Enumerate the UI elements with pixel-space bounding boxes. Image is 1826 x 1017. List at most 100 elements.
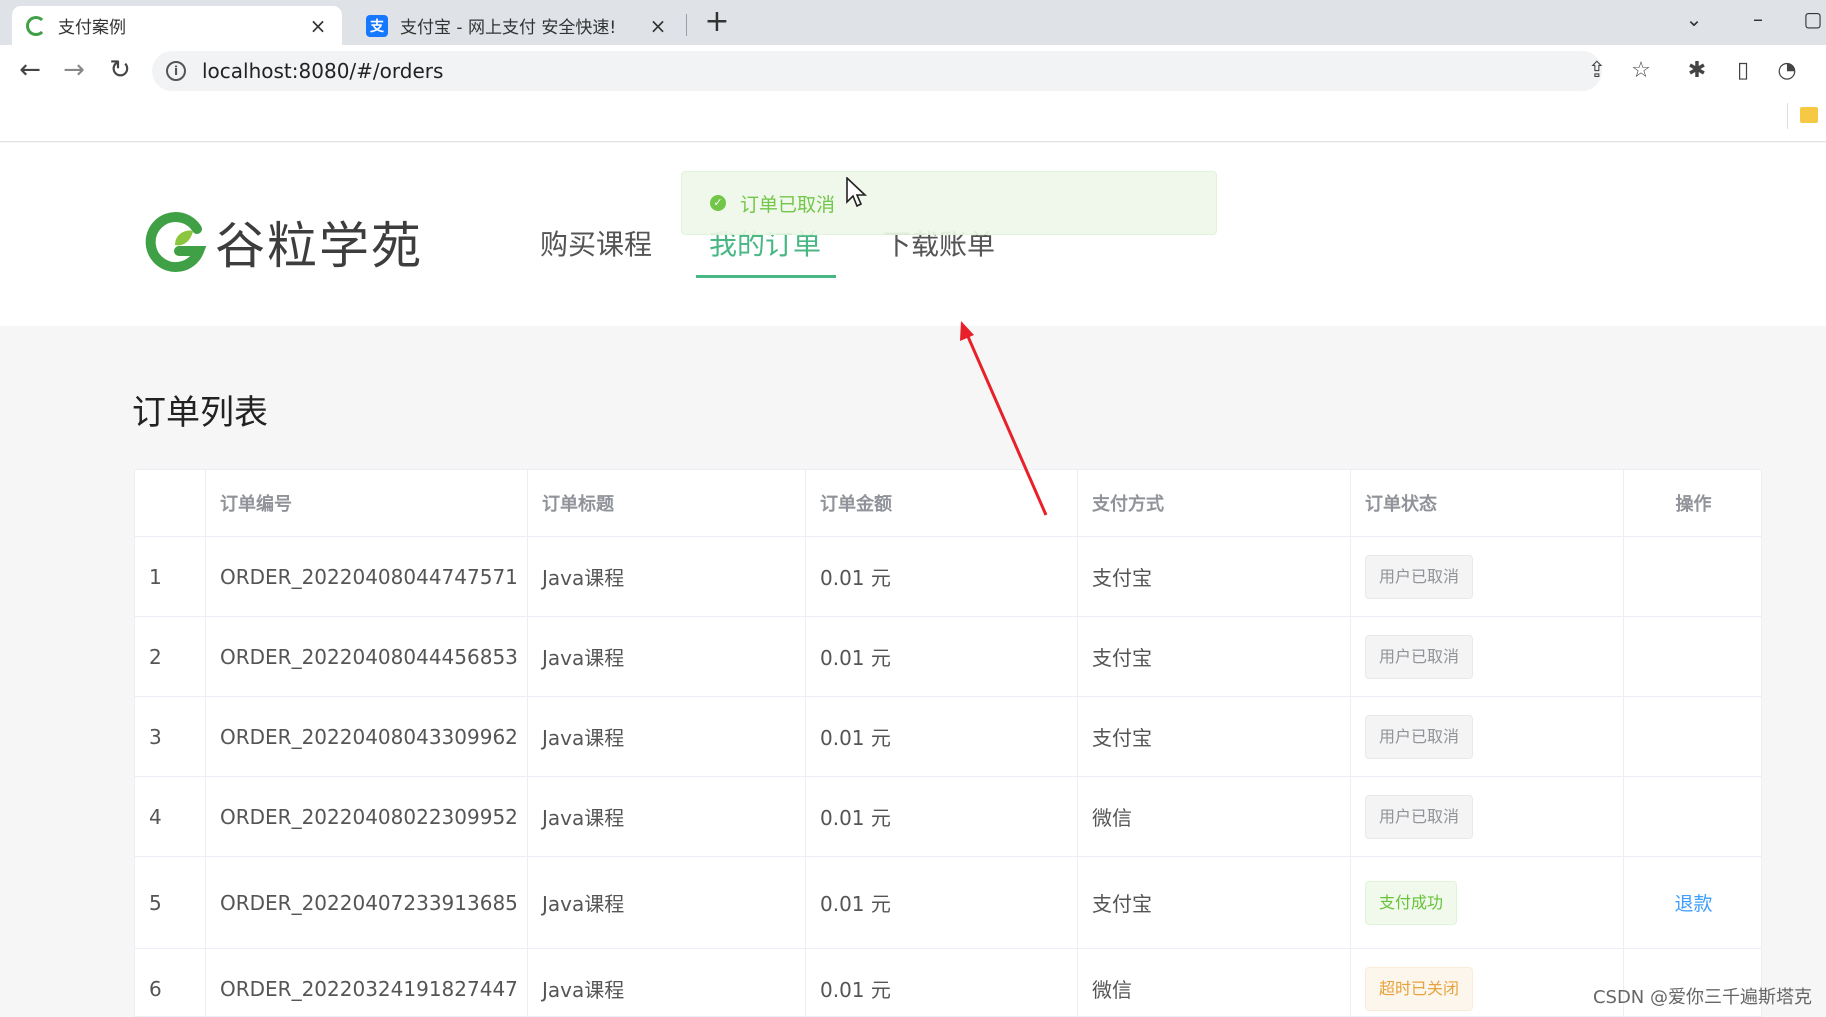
action-cell: [1624, 617, 1761, 696]
profile-icon[interactable]: ◔: [1773, 57, 1801, 85]
order-number: ORDER_20220407233913685: [206, 857, 528, 948]
table-row: 6 ORDER_20220324191827447 Java课程 0.01 元 …: [135, 949, 1761, 1016]
pay-type: 微信: [1078, 777, 1351, 856]
back-icon[interactable]: ←: [12, 53, 48, 89]
maximize-icon[interactable]: ▢: [1800, 4, 1826, 36]
column-header-index: [135, 470, 206, 536]
row-index: 2: [135, 617, 206, 696]
order-amount: 0.01 元: [806, 949, 1078, 1016]
logo-mark-icon: [145, 211, 207, 273]
order-title: Java课程: [528, 949, 806, 1016]
column-header-amount: 订单金额: [806, 470, 1078, 536]
tab-separator: [686, 14, 687, 36]
order-amount: 0.01 元: [806, 857, 1078, 948]
refund-link[interactable]: 退款: [1674, 889, 1712, 916]
address-bar[interactable]: i localhost:8080/#/orders: [152, 51, 1602, 91]
action-cell: [1624, 537, 1761, 616]
bookmark-star-icon[interactable]: ☆: [1627, 57, 1655, 85]
status-cell: 支付成功: [1351, 857, 1624, 948]
bookmark-separator: [1787, 103, 1788, 129]
row-index: 5: [135, 857, 206, 948]
watermark-text: CSDN @爱你三千遍斯塔克: [1592, 987, 1812, 1008]
tab-title: 支付案例: [58, 18, 126, 38]
bookmark-bar: [0, 97, 1826, 142]
table-row: 5 ORDER_20220407233913685 Java课程 0.01 元 …: [135, 857, 1761, 949]
bookmark-folder-icon[interactable]: [1800, 107, 1818, 123]
nav-active-indicator: [696, 275, 836, 278]
table-header-row: 订单编号 订单标题 订单金额 支付方式 订单状态 操作: [135, 470, 1761, 537]
pay-type: 支付宝: [1078, 537, 1351, 616]
minimize-icon[interactable]: –: [1738, 4, 1778, 36]
order-amount: 0.01 元: [806, 617, 1078, 696]
nav-buy-courses[interactable]: 购买课程: [540, 223, 652, 263]
order-title: Java课程: [528, 537, 806, 616]
column-header-pay-type: 支付方式: [1078, 470, 1351, 536]
reload-icon[interactable]: ↻: [102, 53, 138, 89]
table-row: 1 ORDER_20220408044747571 Java课程 0.01 元 …: [135, 537, 1761, 617]
pay-type: 支付宝: [1078, 617, 1351, 696]
order-amount: 0.01 元: [806, 697, 1078, 776]
status-cell: 用户已取消: [1351, 777, 1624, 856]
status-badge: 用户已取消: [1365, 634, 1474, 679]
browser-tab-alipay[interactable]: 支 支付宝 - 网上支付 安全快速! ×: [352, 6, 682, 45]
page-title: 订单列表: [132, 393, 268, 433]
row-index: 3: [135, 697, 206, 776]
site-logo[interactable]: 谷粒学苑: [145, 206, 423, 278]
action-cell: [1624, 777, 1761, 856]
success-toast: ✓ 订单已取消: [681, 171, 1217, 235]
orders-table: 订单编号 订单标题 订单金额 支付方式 订单状态 操作 1 ORDER_2022…: [134, 469, 1762, 1017]
row-index: 6: [135, 949, 206, 1016]
order-title: Java课程: [528, 617, 806, 696]
url-text[interactable]: localhost:8080/#/orders: [202, 59, 443, 83]
new-tab-button[interactable]: +: [700, 6, 734, 40]
order-number: ORDER_20220324191827447: [206, 949, 528, 1016]
status-cell: 用户已取消: [1351, 537, 1624, 616]
order-title: Java课程: [528, 857, 806, 948]
order-title: Java课程: [528, 777, 806, 856]
forward-icon[interactable]: →: [56, 53, 92, 89]
status-cell: 用户已取消: [1351, 617, 1624, 696]
logo-text: 谷粒学苑: [215, 217, 423, 275]
browser-tab-bar: 支付案例 × 支 支付宝 - 网上支付 安全快速! × + ⌄ – ▢: [0, 0, 1826, 45]
table-row: 2 ORDER_20220408044456853 Java课程 0.01 元 …: [135, 617, 1761, 697]
pay-type: 支付宝: [1078, 697, 1351, 776]
order-title: Java课程: [528, 697, 806, 776]
order-amount: 0.01 元: [806, 537, 1078, 616]
tab-title: 支付宝 - 网上支付 安全快速!: [400, 18, 617, 38]
column-header-status: 订单状态: [1351, 470, 1624, 536]
status-badge: 超时已关闭: [1365, 966, 1474, 1011]
pay-type: 支付宝: [1078, 857, 1351, 948]
status-badge: 支付成功: [1365, 880, 1458, 925]
status-cell: 超时已关闭: [1351, 949, 1624, 1016]
pay-type: 微信: [1078, 949, 1351, 1016]
table-row: 3 ORDER_20220408043309962 Java课程 0.01 元 …: [135, 697, 1761, 777]
share-icon[interactable]: ⇪: [1583, 57, 1611, 85]
action-cell: [1624, 697, 1761, 776]
site-favicon-icon: [26, 15, 46, 36]
status-badge: 用户已取消: [1365, 794, 1474, 839]
check-circle-icon: ✓: [710, 195, 726, 211]
tab-close-icon[interactable]: ×: [308, 14, 328, 38]
row-index: 4: [135, 777, 206, 856]
column-header-title: 订单标题: [528, 470, 806, 536]
browser-tab-active[interactable]: 支付案例 ×: [12, 6, 342, 45]
status-badge: 用户已取消: [1365, 554, 1474, 599]
column-header-action: 操作: [1675, 494, 1712, 515]
column-header-order-no: 订单编号: [206, 470, 528, 536]
tab-close-icon[interactable]: ×: [648, 14, 668, 38]
action-cell: 退款: [1624, 857, 1761, 948]
order-number: ORDER_20220408044747571: [206, 537, 528, 616]
order-number: ORDER_20220408043309962: [206, 697, 528, 776]
table-row: 4 ORDER_20220408022309952 Java课程 0.01 元 …: [135, 777, 1761, 857]
status-cell: 用户已取消: [1351, 697, 1624, 776]
row-index: 1: [135, 537, 206, 616]
toast-message: 订单已取消: [740, 193, 836, 216]
order-number: ORDER_20220408044456853: [206, 617, 528, 696]
order-amount: 0.01 元: [806, 777, 1078, 856]
extensions-icon[interactable]: ✱: [1683, 57, 1711, 85]
tab-search-icon[interactable]: ⌄: [1674, 4, 1714, 36]
site-info-icon[interactable]: i: [166, 61, 186, 81]
sidepanel-icon[interactable]: ▯: [1729, 57, 1757, 85]
alipay-favicon-icon: 支: [366, 14, 388, 37]
order-number: ORDER_20220408022309952: [206, 777, 528, 856]
